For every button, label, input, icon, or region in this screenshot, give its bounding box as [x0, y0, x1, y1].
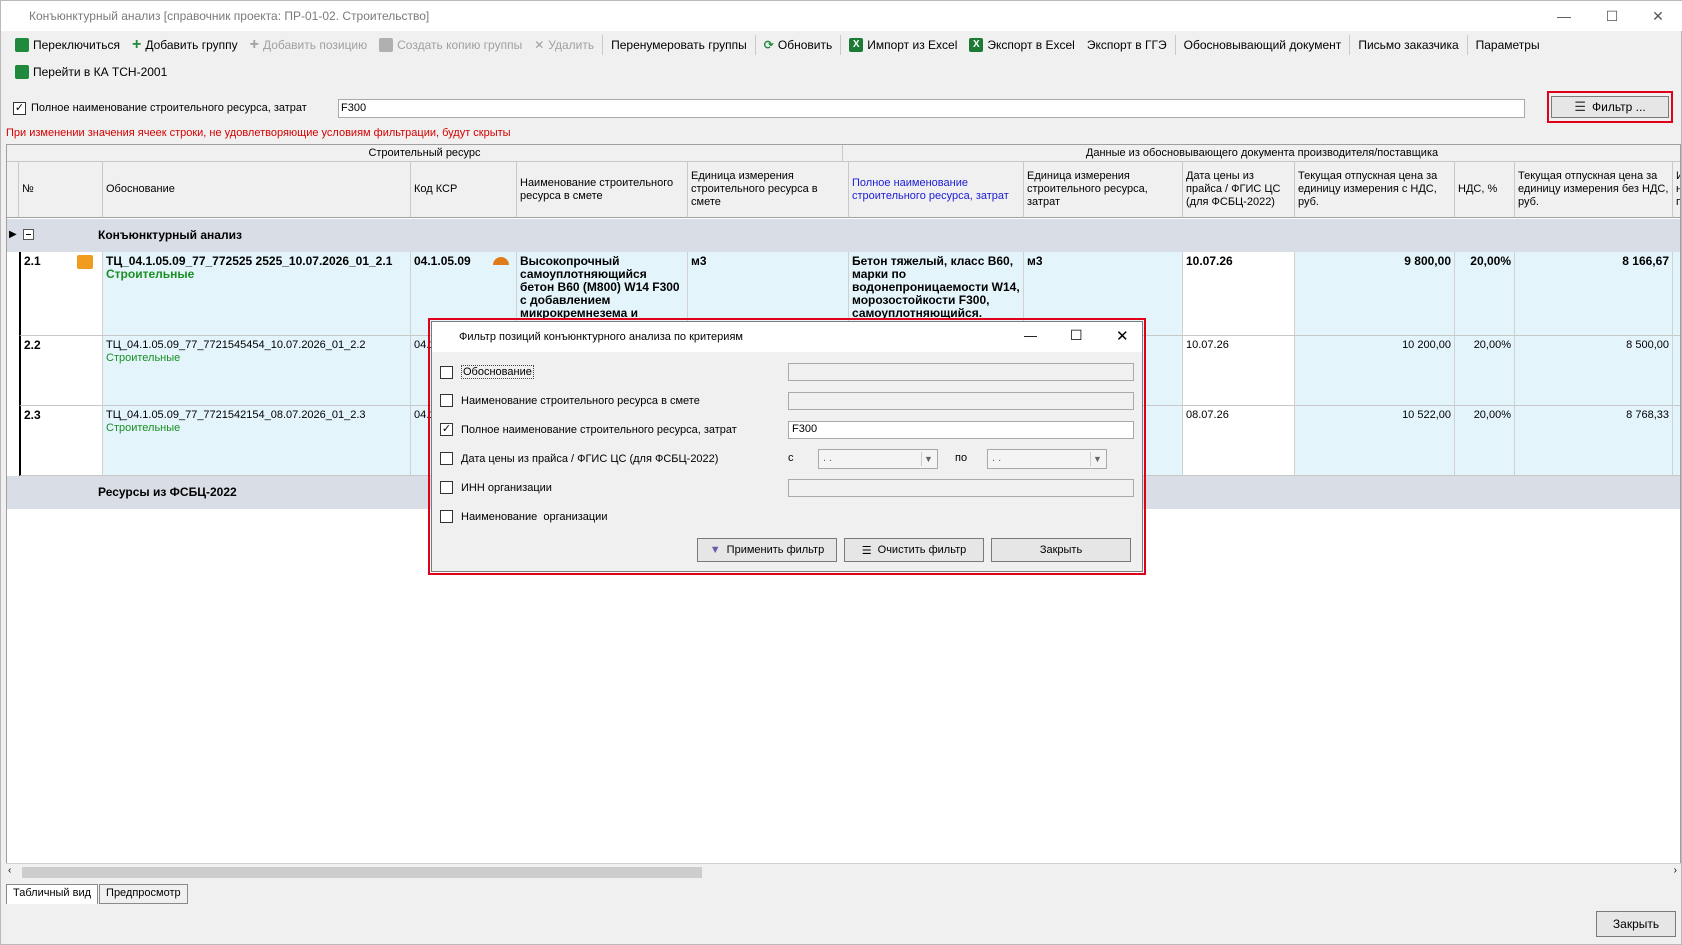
main-window: Конъюнктурный анализ [справочник проекта… [0, 0, 1682, 945]
toolbar: Переключиться + Добавить группу + Добавить… [1, 32, 1682, 58]
copy-icon [379, 38, 394, 52]
col-header-vat[interactable]: НДС, % [1455, 162, 1515, 218]
delete-icon: ✕ [534, 38, 545, 52]
group-header-resource: Строительный ресурс [7, 145, 843, 162]
row-2-2-vat[interactable]: 20,00% [1455, 336, 1515, 406]
row-2-2-price-vat[interactable]: 10 200,00 [1295, 336, 1455, 406]
row-2-1-extra[interactable] [1673, 252, 1680, 336]
justifying-doc-button[interactable]: Обосновывающий документ [1178, 34, 1348, 56]
filter-row: ✓ Полное наименование строительного ресу… [1, 95, 1682, 123]
col-header-extra[interactable]: И н п [1673, 162, 1680, 218]
group-header-supplier: Данные из обосновывающего документа прои… [843, 145, 1680, 162]
group-label: Ресурсы из ФСБЦ-2022 [98, 485, 237, 499]
collapse-icon[interactable]: – [23, 229, 34, 240]
title-bar: Конъюнктурный анализ [справочник проекта… [1, 1, 1682, 31]
row-2-3-basis[interactable]: ТЦ_04.1.05.09_77_7721542154_08.07.2026_0… [103, 406, 411, 476]
add-position-button[interactable]: + Добавить позицию [244, 34, 374, 56]
delete-button[interactable]: ✕ Удалить [528, 34, 600, 56]
row-2-2-num[interactable]: 2.2 [19, 336, 103, 406]
minimize-icon[interactable]: — [1541, 1, 1587, 31]
dialog-highlight-box [428, 318, 1146, 575]
row-pointer-icon: ▶ [9, 229, 17, 240]
excel-icon: X [969, 38, 984, 52]
switch-icon [15, 38, 29, 52]
full-name-filter-label: Полное наименование строительного ресурс… [31, 102, 307, 114]
scroll-right-icon[interactable]: › [1674, 865, 1677, 876]
refresh-icon: ⟳ [763, 38, 774, 52]
row-2-1-basis[interactable]: ТЦ_04.1.05.09_77_772525 2525_10.07.2026_… [103, 252, 411, 336]
window-title: Конъюнктурный анализ [справочник проекта… [29, 9, 430, 23]
col-header-basis[interactable]: Обоснование [103, 162, 411, 218]
col-header-full-unit[interactable]: Единица измерения строительного ресурса,… [1024, 162, 1183, 218]
ka-icon [15, 65, 29, 79]
go-ka-button[interactable]: Перейти в КА ТСН-2001 [9, 61, 173, 83]
row-2-2-extra[interactable] [1673, 336, 1680, 406]
filter-warning: При изменении значения ячеек строки, не … [6, 127, 511, 139]
checkmark-icon [77, 255, 93, 269]
plus-icon: + [249, 36, 259, 53]
separator [1466, 35, 1468, 55]
col-header-name[interactable]: Наименование строительного ресурса в сме… [517, 162, 688, 218]
row-2-1-date[interactable]: 10.07.26 [1183, 252, 1295, 336]
close-button[interactable]: Закрыть [1596, 911, 1676, 937]
col-header-indicator [7, 162, 19, 218]
customer-letter-button[interactable]: Письмо заказчика [1352, 34, 1464, 56]
row-2-1-vat[interactable]: 20,00% [1455, 252, 1515, 336]
full-name-filter-checkbox[interactable]: ✓ [13, 102, 26, 115]
export-gge-button[interactable]: Экспорт в ГГЭ [1081, 34, 1173, 56]
row-2-3-num[interactable]: 2.3 [19, 406, 103, 476]
separator [754, 35, 756, 55]
row-2-3-date[interactable]: 08.07.26 [1183, 406, 1295, 476]
group-row-analysis[interactable]: ▶ – Конъюнктурный анализ [7, 219, 1680, 252]
row-2-3-extra[interactable] [1673, 406, 1680, 476]
highlight-box [1547, 91, 1673, 123]
separator [602, 35, 604, 55]
switch-button[interactable]: Переключиться [9, 34, 126, 56]
params-button[interactable]: Параметры [1470, 34, 1546, 56]
separator [1349, 35, 1351, 55]
separator [840, 35, 842, 55]
row-2-1-price-vat[interactable]: 9 800,00 [1295, 252, 1455, 336]
export-excel-button[interactable]: X Экспорт в Excel [963, 34, 1080, 56]
row-2-2-basis[interactable]: ТЦ_04.1.05.09_77_7721545454_10.07.2026_0… [103, 336, 411, 406]
tab-table-view[interactable]: Табличный вид [6, 884, 99, 904]
col-header-price[interactable]: Текущая отпускная цена за единицу измере… [1515, 162, 1673, 218]
col-header-price-vat[interactable]: Текущая отпускная цена за единицу измере… [1295, 162, 1455, 218]
refresh-button[interactable]: ⟳ Обновить [758, 34, 838, 56]
tab-preview[interactable]: Предпросмотр [99, 884, 188, 904]
toolbar-secondary: Перейти в КА ТСН-2001 [1, 59, 1682, 85]
view-tabs: Табличный вид Предпросмотр [6, 884, 189, 904]
row-2-3-vat[interactable]: 20,00% [1455, 406, 1515, 476]
separator [1174, 35, 1176, 55]
scroll-left-icon[interactable]: ‹ [8, 865, 11, 876]
plus-icon: + [131, 36, 142, 53]
copy-group-button[interactable]: Создать копию группы [373, 34, 528, 56]
col-header-full-name[interactable]: Полное наименование строительного ресурс… [849, 162, 1024, 218]
row-2-3-price[interactable]: 8 768,33 [1515, 406, 1673, 476]
excel-icon: X [849, 38, 864, 52]
full-name-filter-input[interactable]: F300 [338, 99, 1525, 118]
scroll-thumb[interactable] [22, 867, 702, 878]
row-2-2-price[interactable]: 8 500,00 [1515, 336, 1673, 406]
col-header-code[interactable]: Код КСР [411, 162, 517, 218]
row-2-1-price[interactable]: 8 166,67 [1515, 252, 1673, 336]
group-label: Конъюнктурный анализ [98, 228, 242, 242]
col-header-num[interactable]: № [19, 162, 103, 218]
close-icon[interactable]: ✕ [1635, 1, 1681, 31]
add-group-button[interactable]: + Добавить группу [126, 34, 244, 56]
renumber-button[interactable]: Перенумеровать группы [605, 34, 753, 56]
row-2-2-date[interactable]: 10.07.26 [1183, 336, 1295, 406]
import-excel-button[interactable]: X Импорт из Excel [843, 34, 963, 56]
horizontal-scrollbar[interactable]: ‹ › [6, 863, 1681, 880]
maximize-icon[interactable]: ☐ [1589, 1, 1635, 31]
row-2-3-price-vat[interactable]: 10 522,00 [1295, 406, 1455, 476]
col-header-unit[interactable]: Единица измерения строительного ресурса … [688, 162, 849, 218]
col-header-date[interactable]: Дата цены из прайса / ФГИС ЦС (для ФСБЦ-… [1183, 162, 1295, 218]
